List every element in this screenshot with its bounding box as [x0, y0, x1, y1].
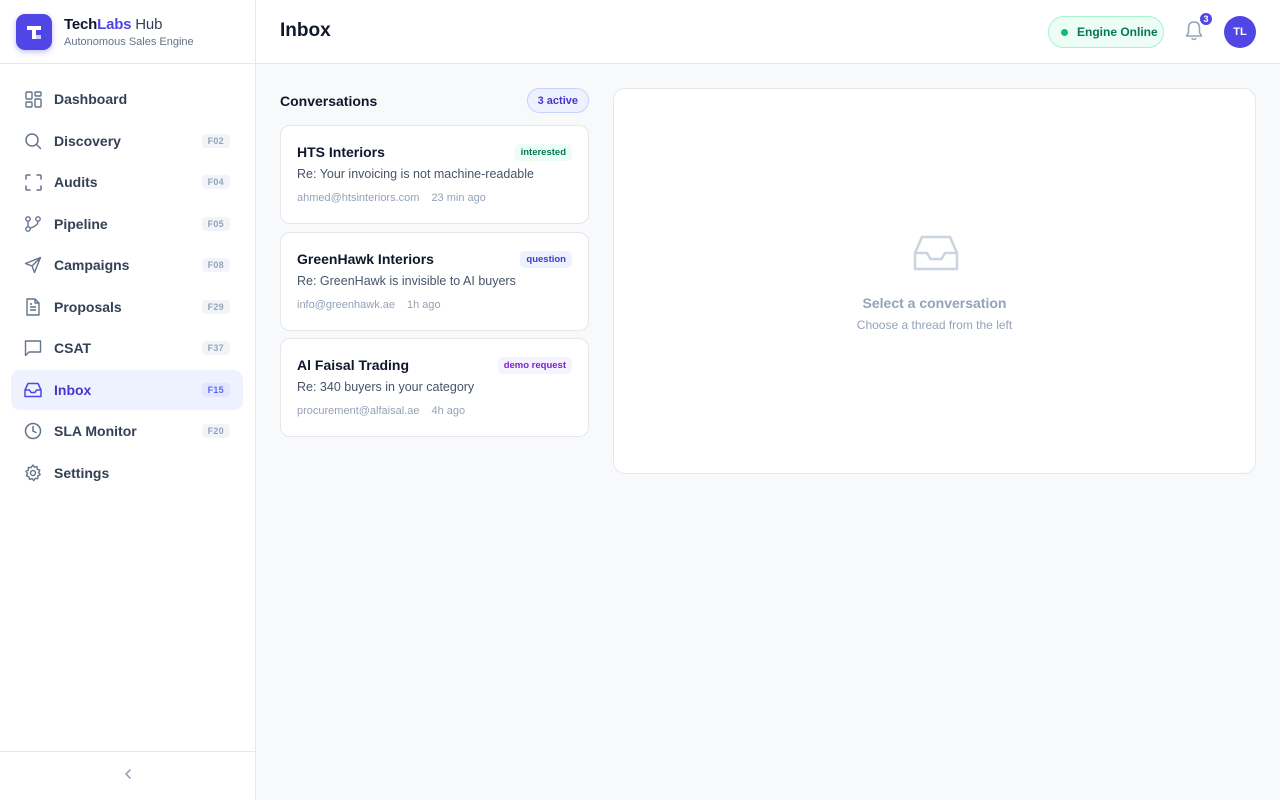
collapse-sidebar-button[interactable]	[0, 751, 255, 800]
sidebar-item-label: Inbox	[54, 381, 92, 398]
sidebar-item-csat[interactable]: CSAT F37	[11, 328, 243, 368]
shortcut-badge: F05	[201, 216, 230, 231]
conversation-email: ahmed@htsinteriors.com	[297, 192, 420, 204]
conversation-subject: Re: GreenHawk is invisible to AI buyers	[297, 274, 516, 288]
page-title: Inbox	[280, 20, 331, 41]
conversation-subject: Re: Your invoicing is not machine-readab…	[297, 167, 534, 181]
shortcut-badge: F37	[201, 341, 230, 355]
conversation-item-hts-interiors[interactable]: HTS Interiors interested Re: Your invoic…	[280, 125, 589, 224]
conversation-tag: question	[520, 251, 572, 268]
sidebar-item-pipeline[interactable]: Pipeline F05	[11, 204, 243, 244]
search-icon	[24, 132, 42, 150]
conversation-item-al-faisal-trading[interactable]: Al Faisal Trading demo request Re: 340 b…	[280, 338, 589, 437]
app-logo[interactable]	[16, 13, 52, 50]
brand-name: TechLabs Hub	[64, 16, 194, 33]
gear-icon	[24, 463, 42, 482]
sidebar-item-label: Proposals	[54, 298, 122, 315]
sidebar-item-label: CSAT	[54, 340, 92, 356]
sidebar-nav: Dashboard Discovery F02 Audits F04 Pipel…	[0, 64, 255, 493]
engine-status-text: Engine Online	[1077, 25, 1158, 39]
shortcut-badge: F02	[201, 133, 230, 148]
inbox-icon	[24, 381, 42, 399]
user-avatar[interactable]: TL	[1224, 16, 1256, 48]
shortcut-badge: F20	[201, 424, 230, 438]
sidebar-item-label: Settings	[54, 464, 110, 481]
shortcut-badge: F15	[201, 382, 230, 397]
conversation-meta: info@greenhawk.ae 1h ago	[297, 299, 441, 311]
brand: TechLabs Hub Autonomous Sales Engine	[0, 0, 255, 64]
shortcut-badge: F08	[201, 258, 230, 272]
message-square-icon	[24, 339, 42, 357]
conversation-email: procurement@alfaisal.ae	[297, 405, 420, 417]
brand-name-part3: Hub	[131, 15, 163, 33]
empty-state-subtitle: Choose a thread from the left	[856, 318, 1013, 332]
conversation-tag: interested	[514, 144, 572, 161]
brand-name-part1: Tech	[64, 15, 98, 33]
conversation-company: GreenHawk Interiors	[297, 251, 434, 267]
branch-icon	[24, 215, 42, 233]
sidebar-item-settings[interactable]: Settings	[11, 453, 243, 493]
top-header: Inbox Engine Online 3 TL	[256, 0, 1280, 64]
shortcut-badge: F04	[201, 175, 230, 189]
sidebar-item-proposals[interactable]: Proposals F29	[11, 287, 243, 327]
conversation-company: HTS Interiors	[297, 144, 385, 160]
sidebar-item-discovery[interactable]: Discovery F02	[11, 121, 243, 161]
conversation-tag: demo request	[497, 357, 572, 374]
brand-subtitle: Autonomous Sales Engine	[64, 35, 194, 48]
conversations-title: Conversations	[280, 93, 378, 109]
chevron-left-icon	[123, 767, 133, 785]
sidebar-item-label: Pipeline	[54, 215, 108, 232]
scan-icon	[24, 173, 42, 191]
conversation-time: 1h ago	[407, 299, 441, 311]
sidebar-item-inbox[interactable]: Inbox F15	[11, 369, 243, 410]
sidebar-item-label: Audits	[54, 174, 98, 190]
clock-icon	[24, 422, 42, 440]
status-dot-icon	[1061, 28, 1068, 36]
inbox-icon	[913, 234, 959, 272]
shortcut-badge: F29	[201, 299, 230, 314]
sidebar-item-campaigns[interactable]: Campaigns F08	[11, 245, 243, 285]
conversation-email: info@greenhawk.ae	[297, 299, 396, 311]
sidebar-item-label: Campaigns	[54, 257, 130, 273]
notification-count-badge: 3	[1198, 11, 1214, 27]
grid-icon	[24, 90, 42, 108]
document-icon	[24, 297, 42, 316]
conversation-meta: ahmed@htsinteriors.com 23 min ago	[297, 192, 486, 204]
engine-status-badge[interactable]: Engine Online	[1048, 16, 1164, 48]
conversations-header: Conversations 3 active	[280, 88, 589, 114]
sidebar-item-dashboard[interactable]: Dashboard	[11, 79, 243, 119]
conversation-company: Al Faisal Trading	[297, 357, 410, 373]
conversation-item-greenhawk-interiors[interactable]: GreenHawk Interiors question Re: GreenHa…	[280, 232, 589, 331]
sidebar-item-label: Dashboard	[54, 91, 128, 107]
conversation-subject: Re: 340 buyers in your category	[297, 380, 475, 394]
conversation-detail-pane: Select a conversation Choose a thread fr…	[613, 88, 1256, 474]
send-icon	[24, 256, 42, 274]
sidebar-item-label: Discovery	[54, 132, 121, 149]
conversation-time: 23 min ago	[431, 192, 486, 204]
sidebar-item-sla-monitor[interactable]: SLA Monitor F20	[11, 411, 243, 451]
brand-name-part2: Labs	[97, 15, 132, 33]
sidebar-item-label: SLA Monitor	[54, 423, 137, 439]
sidebar: TechLabs Hub Autonomous Sales Engine Das…	[0, 0, 256, 800]
logo-mark-icon	[27, 25, 41, 39]
active-count-badge: 3 active	[526, 88, 589, 113]
empty-state-title: Select a conversation	[862, 295, 1007, 311]
conversation-meta: procurement@alfaisal.ae 4h ago	[297, 405, 465, 417]
sidebar-item-audits[interactable]: Audits F04	[11, 162, 243, 202]
conversation-time: 4h ago	[431, 405, 466, 417]
